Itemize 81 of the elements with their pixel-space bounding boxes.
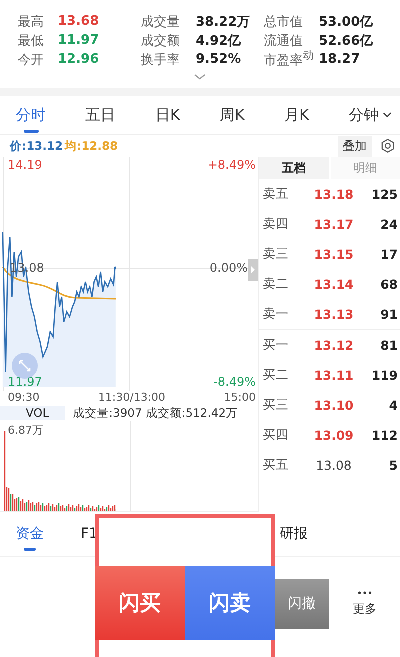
level-price: 13.09	[313, 428, 355, 442]
level-label: 买三	[263, 396, 290, 414]
stat-value: 11.97	[58, 33, 100, 48]
stat-label: 市盈率$^{动}$	[264, 49, 315, 70]
level-volume: 5	[388, 458, 398, 472]
level-price: 13.08	[315, 458, 353, 472]
time-label: 09:30	[8, 391, 40, 405]
expand-icon[interactable]	[12, 353, 38, 379]
level-label: 卖五	[263, 186, 290, 202]
level-volume: 4	[388, 398, 398, 412]
stat-value: 18.27	[319, 52, 360, 67]
expand-handle-icon[interactable]	[248, 259, 258, 281]
price-label: 价:13.12	[10, 138, 63, 154]
chevron-down-icon[interactable]	[194, 74, 206, 80]
level-volume: 112	[370, 428, 398, 442]
axis-label: 0.00%	[210, 261, 248, 275]
order-book-tab[interactable]: 五档	[259, 157, 328, 179]
level-price: 13.17	[313, 216, 355, 232]
info-tab[interactable]: F1	[79, 522, 100, 546]
time-label: 11:30/13:00	[98, 391, 166, 405]
level-price: 13.12	[313, 338, 355, 352]
stat-value: 9.52%	[196, 52, 242, 67]
level-label: 卖二	[263, 276, 290, 292]
axis-label: 14.19	[8, 158, 42, 172]
more-icon	[358, 590, 372, 594]
level-volume: 91	[380, 306, 398, 322]
level-label: 买五	[263, 456, 290, 474]
chart-tab[interactable]: 分时	[16, 100, 46, 130]
sell-button[interactable]: 闪卖	[185, 566, 275, 640]
level-volume: 119	[370, 368, 398, 382]
axis-label: +8.49%	[208, 158, 256, 172]
vol-label: VOL	[0, 406, 66, 420]
stat-label: 成交额	[141, 32, 181, 50]
stat-value: 38.22万	[196, 14, 250, 30]
stat-label: 最低	[18, 32, 45, 50]
level-price: 13.13	[313, 306, 355, 322]
time-label: 15:00	[224, 391, 256, 405]
level-price: 13.15	[313, 246, 355, 262]
stat-label: 今开	[18, 52, 45, 68]
level-volume: 17	[380, 246, 398, 262]
level-price: 13.14	[313, 276, 355, 292]
level-label: 卖一	[263, 306, 290, 322]
average-label: 均:12.88	[64, 138, 118, 154]
stat-label: 总市值	[264, 14, 304, 30]
level-volume: 68	[380, 276, 398, 292]
chart-tab[interactable]: 月K	[284, 100, 310, 130]
axis-label: 6.87万	[8, 423, 44, 438]
level-label: 卖四	[263, 216, 290, 232]
info-tab[interactable]: 研报	[278, 521, 310, 547]
cancel-button[interactable]: 闪撤	[275, 579, 329, 629]
caret-icon	[382, 112, 392, 118]
stat-label: 换手率	[141, 52, 181, 68]
stat-value: 4.92亿	[196, 32, 242, 50]
stat-label: 流通值	[264, 32, 303, 50]
stat-value: 53.00亿	[319, 14, 374, 30]
level-price: 13.10	[313, 398, 355, 412]
axis-label: -8.49%	[214, 375, 256, 389]
stat-value: 52.66亿	[319, 32, 374, 50]
chart-tab[interactable]: 五日	[86, 100, 116, 130]
volume-summary: 成交量:3907 成交额:512.42万	[73, 406, 238, 420]
settings-icon[interactable]	[380, 138, 396, 154]
level-label: 卖三	[263, 246, 290, 262]
stat-label: 最高	[18, 14, 45, 30]
chart-tab[interactable]: 分钟	[348, 100, 392, 130]
stat-value: 12.96	[58, 52, 100, 67]
stat-value: 13.68	[58, 14, 100, 29]
chart-tab[interactable]: 周K	[220, 100, 245, 130]
more-button[interactable]: 更多	[341, 588, 389, 620]
axis-label: 11.97	[8, 375, 42, 389]
level-volume: 24	[380, 216, 398, 232]
overlay-button[interactable]: 叠加	[338, 136, 372, 156]
stat-label: 成交量	[141, 14, 181, 30]
level-volume: 125	[370, 186, 398, 202]
level-price: 13.18	[313, 186, 355, 202]
level-label: 买四	[263, 426, 290, 444]
chart-tab[interactable]: 日K	[155, 100, 180, 130]
level-volume: 81	[380, 338, 398, 352]
level-label: 买二	[263, 366, 290, 384]
buy-button[interactable]: 闪买	[95, 566, 185, 640]
level-price: 13.11	[313, 368, 355, 382]
level-label: 买一	[263, 336, 290, 354]
